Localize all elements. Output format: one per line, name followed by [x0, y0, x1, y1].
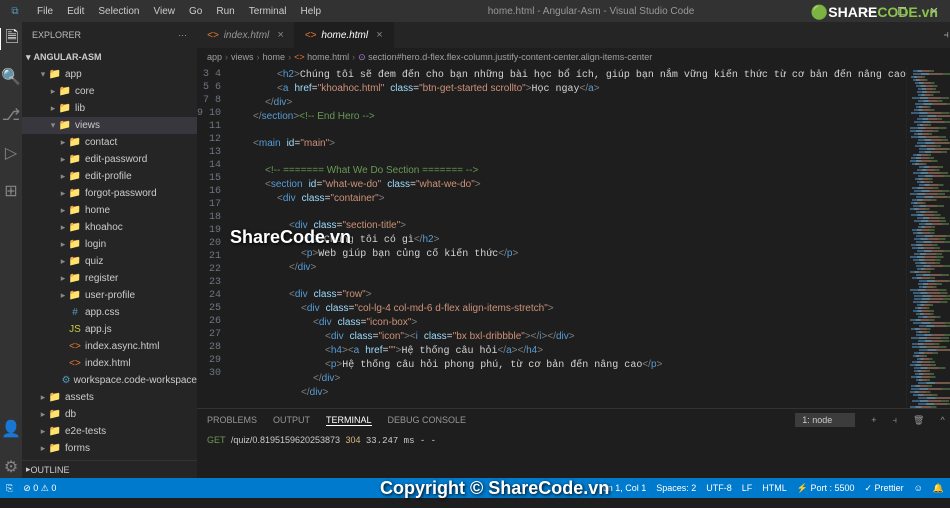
tree-item-khoahoc[interactable]: ▸📁khoahoc	[22, 219, 197, 236]
project-name: ANGULAR-ASM	[34, 52, 102, 62]
terminal-dropdown[interactable]: 1: node	[795, 413, 855, 427]
cursor-position[interactable]: Ln 1, Col 1	[603, 483, 647, 493]
statusbar: ⎘ ⊘ 0 ⚠ 0 Ln 1, Col 1 Spaces: 2 UTF-8 LF…	[0, 478, 950, 498]
trash-icon[interactable]: 🗑	[913, 415, 924, 426]
panel-tab-debug console[interactable]: DEBUG CONSOLE	[388, 415, 467, 425]
feedback-icon[interactable]: ☺	[914, 483, 923, 493]
editor-tabs: <>index.html×<>home.html×⫞⋯	[197, 22, 950, 48]
terminal-output[interactable]: GET /quiz/0.8195159620253873 304 33.247 …	[197, 431, 950, 478]
panel-tab-problems[interactable]: PROBLEMS	[207, 415, 257, 425]
search-icon[interactable]: 🔍	[0, 66, 22, 88]
eol[interactable]: LF	[742, 483, 753, 493]
panel-tab-output[interactable]: OUTPUT	[273, 415, 310, 425]
encoding[interactable]: UTF-8	[706, 483, 732, 493]
tree-item-login[interactable]: ▸📁login	[22, 236, 197, 253]
menu-file[interactable]: File	[30, 6, 60, 17]
more-icon[interactable]: ⋯	[178, 30, 187, 41]
prettier-status[interactable]: ✓ Prettier	[865, 483, 904, 494]
notifications-icon[interactable]: 🔔	[933, 483, 944, 494]
tree-item-home[interactable]: ▸📁home	[22, 202, 197, 219]
menu-selection[interactable]: Selection	[91, 6, 146, 17]
tree-item-workspace.code-workspace[interactable]: ⚙workspace.code-workspace	[22, 372, 197, 389]
menu-go[interactable]: Go	[182, 6, 209, 17]
terminal-line: /quiz/0.8195159620253873	[231, 435, 340, 445]
menu-view[interactable]: View	[147, 6, 183, 17]
explorer-header: EXPLORER ⋯	[22, 22, 197, 48]
menubar: FileEditSelectionViewGoRunTerminalHelp	[30, 6, 328, 17]
line-gutter: 3 4 5 6 7 8 9 10 11 12 13 14 15 16 17 18…	[197, 66, 229, 408]
problems-status[interactable]: ⊘ 0 ⚠ 0	[23, 483, 56, 494]
tree-item-quiz[interactable]: ▸📁quiz	[22, 253, 197, 270]
tree-item-core[interactable]: ▸📁core	[22, 83, 197, 100]
vscode-icon: ⧉	[0, 6, 30, 17]
split-editor-icon[interactable]: ⫞	[943, 29, 949, 42]
tree-item-lib[interactable]: ▸📁lib	[22, 100, 197, 117]
explorer-icon[interactable]: 🗎	[0, 28, 21, 50]
tree-item-forms[interactable]: ▸📁forms	[22, 440, 197, 457]
menu-run[interactable]: Run	[209, 6, 241, 17]
tree-item-db[interactable]: ▸📁db	[22, 406, 197, 423]
sharecode-logo: 🟢SHARECODE.vn	[811, 4, 938, 21]
tab-home.html[interactable]: <>home.html×	[295, 22, 394, 48]
new-terminal-icon[interactable]: +	[871, 415, 876, 425]
tree-item-views[interactable]: ▾📁views	[22, 117, 197, 134]
tree-item-index.async.html[interactable]: <>index.async.html	[22, 338, 197, 355]
activity-bar: 🗎 🔍 ⎇ ▷ ⊞ 👤 ⚙	[0, 22, 22, 478]
file-tree: ▾📁app▸📁core▸📁lib▾📁views▸📁contact▸📁edit-p…	[22, 66, 197, 460]
tree-item-assets[interactable]: ▸📁assets	[22, 389, 197, 406]
extensions-icon[interactable]: ⊞	[0, 180, 22, 202]
explorer-title: EXPLORER	[32, 30, 81, 40]
settings-icon[interactable]: ⚙	[0, 456, 22, 478]
breadcrumb-seg[interactable]: app	[207, 52, 222, 62]
accounts-icon[interactable]: 👤	[0, 418, 22, 440]
remote-icon[interactable]: ⎘	[6, 483, 13, 494]
tab-index.html[interactable]: <>index.html×	[197, 22, 295, 48]
run-debug-icon[interactable]: ▷	[0, 142, 22, 164]
tree-item-app.css[interactable]: #app.css	[22, 304, 197, 321]
tree-item-app[interactable]: ▾📁app	[22, 66, 197, 83]
indentation[interactable]: Spaces: 2	[656, 483, 696, 493]
split-terminal-icon[interactable]: ⫞	[892, 415, 897, 426]
breadcrumb[interactable]: app›views›home›<> home.html›⊙ section#he…	[197, 48, 950, 66]
minimap[interactable]	[906, 66, 950, 408]
window-title: home.html - Angular-Asm - Visual Studio …	[328, 6, 854, 17]
sidebar: EXPLORER ⋯ ▾ANGULAR-ASM ▾📁app▸📁core▸📁lib…	[22, 22, 197, 478]
breadcrumb-seg[interactable]: ⊙ section#hero.d-flex.flex-column.justif…	[358, 52, 652, 63]
titlebar: ⧉ FileEditSelectionViewGoRunTerminalHelp…	[0, 0, 950, 22]
project-header[interactable]: ▾ANGULAR-ASM	[22, 48, 197, 66]
code-content[interactable]: <h2>Chúng tôi sẽ đem đến cho bạn những b…	[229, 66, 906, 408]
code-area[interactable]: 3 4 5 6 7 8 9 10 11 12 13 14 15 16 17 18…	[197, 66, 950, 408]
source-control-icon[interactable]: ⎇	[0, 104, 22, 126]
outline-section[interactable]: ▸ OUTLINE	[22, 460, 197, 478]
tree-item-app.js[interactable]: JSapp.js	[22, 321, 197, 338]
menu-edit[interactable]: Edit	[60, 6, 91, 17]
tree-item-user-profile[interactable]: ▸📁user-profile	[22, 287, 197, 304]
breadcrumb-seg[interactable]: home	[263, 52, 286, 62]
menu-terminal[interactable]: Terminal	[242, 6, 294, 17]
editor-group: <>index.html×<>home.html×⫞⋯ app›views›ho…	[197, 22, 950, 478]
menu-help[interactable]: Help	[294, 6, 329, 17]
tree-item-index.html[interactable]: <>index.html	[22, 355, 197, 372]
tree-item-edit-password[interactable]: ▸📁edit-password	[22, 151, 197, 168]
live-server-port[interactable]: ⚡ Port : 5500	[797, 483, 855, 494]
panel-tabs: PROBLEMS OUTPUT TERMINAL DEBUG CONSOLE 1: no…	[197, 409, 950, 431]
tree-item-edit-profile[interactable]: ▸📁edit-profile	[22, 168, 197, 185]
tree-item-contact[interactable]: ▸📁contact	[22, 134, 197, 151]
breadcrumb-seg[interactable]: views	[231, 52, 254, 62]
language-mode[interactable]: HTML	[762, 483, 787, 493]
close-icon[interactable]: ×	[376, 29, 382, 41]
tree-item-register[interactable]: ▸📁register	[22, 270, 197, 287]
panel: PROBLEMS OUTPUT TERMINAL DEBUG CONSOLE 1: no…	[197, 408, 950, 478]
maximize-panel-icon[interactable]: ^	[940, 415, 944, 425]
tree-item-e2e-tests[interactable]: ▸📁e2e-tests	[22, 423, 197, 440]
panel-tab-terminal[interactable]: TERMINAL	[326, 415, 372, 426]
breadcrumb-seg[interactable]: <> home.html	[294, 52, 349, 62]
tree-item-forgot-password[interactable]: ▸📁forgot-password	[22, 185, 197, 202]
outline-label: OUTLINE	[31, 465, 70, 475]
close-icon[interactable]: ×	[277, 29, 283, 41]
